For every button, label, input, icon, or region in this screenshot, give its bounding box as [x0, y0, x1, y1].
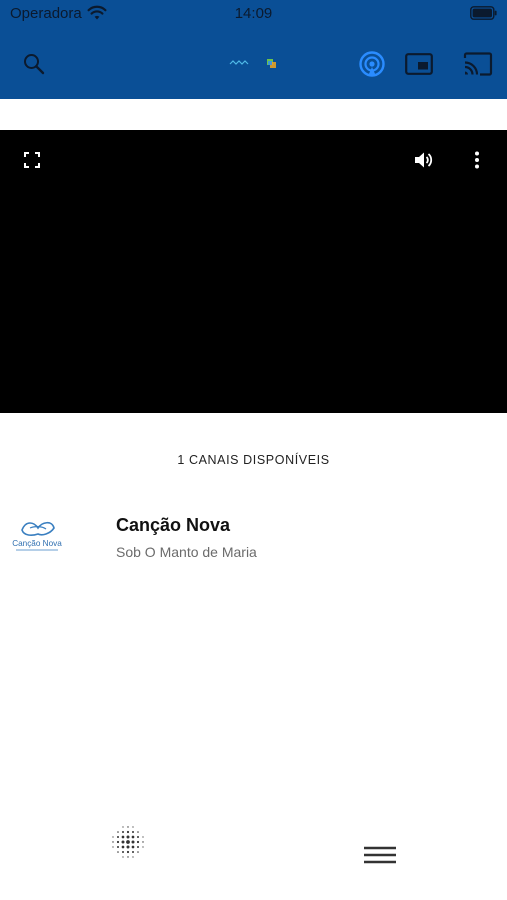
- dots-grid-button[interactable]: [108, 822, 148, 862]
- dot: [136, 845, 140, 849]
- volume-icon: [415, 152, 433, 168]
- hamburger-menu-icon: [364, 846, 396, 864]
- more-vertical-icon: [475, 151, 479, 169]
- dot: [126, 850, 130, 854]
- dot: [116, 835, 120, 839]
- live-button[interactable]: [356, 48, 388, 80]
- fullscreen-icon: [24, 152, 40, 168]
- search-button[interactable]: [16, 48, 52, 80]
- dot: [131, 845, 135, 849]
- navigation-bar: [0, 28, 507, 99]
- app-logo: [229, 59, 276, 68]
- channel-logo: Canção Nova: [12, 521, 62, 551]
- dot: [121, 830, 125, 834]
- dot: [131, 850, 135, 854]
- dot: [136, 835, 140, 839]
- dot: [121, 845, 125, 849]
- video-player[interactable]: [0, 130, 507, 413]
- dot: [131, 835, 135, 839]
- app-header: Operadora 14:09: [0, 0, 507, 99]
- dot: [137, 831, 139, 833]
- channel-name: Canção Nova: [116, 515, 231, 535]
- search-icon: [24, 54, 45, 75]
- dot: [121, 840, 125, 844]
- channel-program: Sob O Manto de Maria: [116, 544, 257, 560]
- dot: [142, 836, 144, 838]
- status-time: 14:09: [234, 5, 273, 22]
- dot: [117, 851, 119, 853]
- menu-button[interactable]: [360, 840, 400, 872]
- channel-logo-text: Canção Nova: [12, 539, 62, 548]
- dot: [116, 840, 120, 844]
- picture-in-picture-button[interactable]: [402, 48, 436, 80]
- fullscreen-button[interactable]: [18, 146, 46, 174]
- dot: [116, 845, 120, 849]
- channel-list-item[interactable]: Canção Nova Canção Nova Sob O Manto de M…: [0, 500, 507, 576]
- cast-button[interactable]: [460, 48, 496, 80]
- dot: [142, 846, 144, 848]
- cast-icon: [463, 52, 493, 76]
- dot: [121, 850, 125, 854]
- dot: [122, 826, 124, 828]
- dot: [132, 856, 134, 858]
- picture-in-picture-icon: [405, 53, 433, 75]
- dot: [137, 851, 139, 853]
- channels-count-label: 1 CANAIS DISPONÍVEIS: [177, 453, 330, 467]
- dot: [127, 826, 129, 828]
- status-bar: Operadora 14:09: [0, 0, 507, 28]
- dot: [112, 841, 114, 843]
- dot: [132, 826, 134, 828]
- more-options-button[interactable]: [466, 146, 488, 174]
- dot: [112, 836, 114, 838]
- dot: [131, 830, 135, 834]
- dot: [126, 830, 130, 834]
- dot: [136, 840, 140, 844]
- dot: [112, 846, 114, 848]
- dot: [126, 835, 130, 839]
- dot: [142, 841, 144, 843]
- dot: [122, 856, 124, 858]
- live-broadcast-icon: [359, 51, 385, 77]
- battery-icon: [470, 6, 497, 20]
- dots-grid-icon: [112, 826, 144, 858]
- dot: [127, 856, 129, 858]
- dot: [126, 840, 130, 844]
- volume-button[interactable]: [410, 146, 438, 174]
- dot: [121, 835, 125, 839]
- dot: [126, 845, 130, 849]
- dot: [131, 840, 135, 844]
- dot: [117, 831, 119, 833]
